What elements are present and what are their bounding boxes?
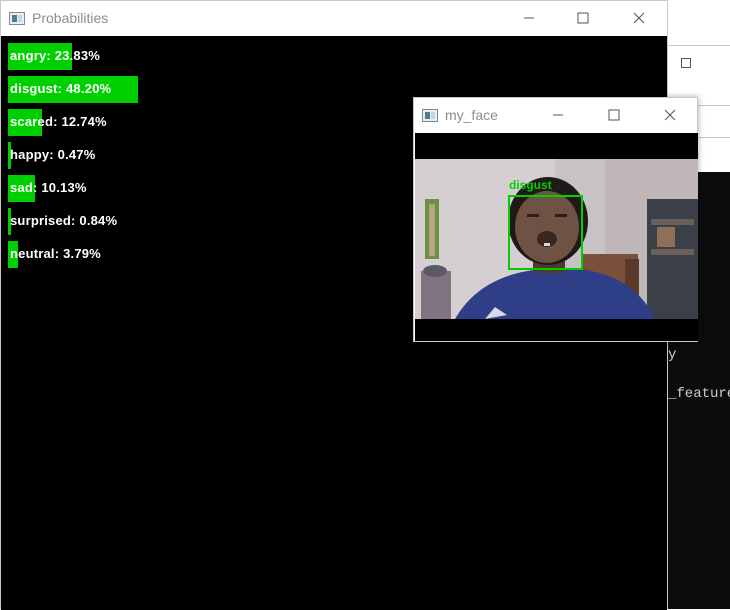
bar-label: neutral: 3.79% — [10, 246, 101, 261]
app-icon — [422, 108, 438, 122]
bar-label: scared: 12.74% — [10, 114, 107, 129]
webcam-image: disgust — [415, 159, 698, 319]
close-icon — [664, 109, 676, 121]
title-bar[interactable]: my_face — [414, 98, 697, 132]
title-bar[interactable]: Probabilities — [1, 1, 667, 35]
bar-label: sad: 10.13% — [10, 180, 87, 195]
minimize-button[interactable] — [506, 1, 552, 35]
terminal-text-line: _feature — [668, 386, 730, 402]
close-button[interactable] — [647, 98, 693, 132]
bar-label: happy: 0.47% — [10, 147, 96, 162]
detection-label: disgust — [509, 178, 552, 192]
close-icon — [633, 12, 645, 24]
my-face-window: my_face disgust — [413, 97, 698, 342]
background-divider — [668, 45, 730, 46]
app-icon — [9, 11, 25, 25]
webcam-canvas: disgust — [415, 133, 698, 341]
minimize-button[interactable] — [535, 98, 581, 132]
maximize-button[interactable] — [560, 1, 606, 35]
bar-label: surprised: 0.84% — [10, 213, 118, 228]
bar-label: disgust: 48.20% — [10, 81, 112, 96]
window-title: Probabilities — [32, 10, 109, 26]
maximize-button[interactable] — [591, 98, 637, 132]
background-maximize-icon — [681, 58, 691, 68]
close-button[interactable] — [616, 1, 662, 35]
maximize-icon — [608, 109, 620, 121]
minimize-icon — [524, 17, 534, 19]
terminal-text-line: y — [668, 347, 677, 363]
minimize-icon — [553, 114, 563, 116]
maximize-icon — [577, 12, 589, 24]
bar-label: angry: 23.83% — [10, 48, 101, 63]
window-title: my_face — [445, 107, 498, 123]
webcam-frame: disgust — [415, 159, 698, 319]
